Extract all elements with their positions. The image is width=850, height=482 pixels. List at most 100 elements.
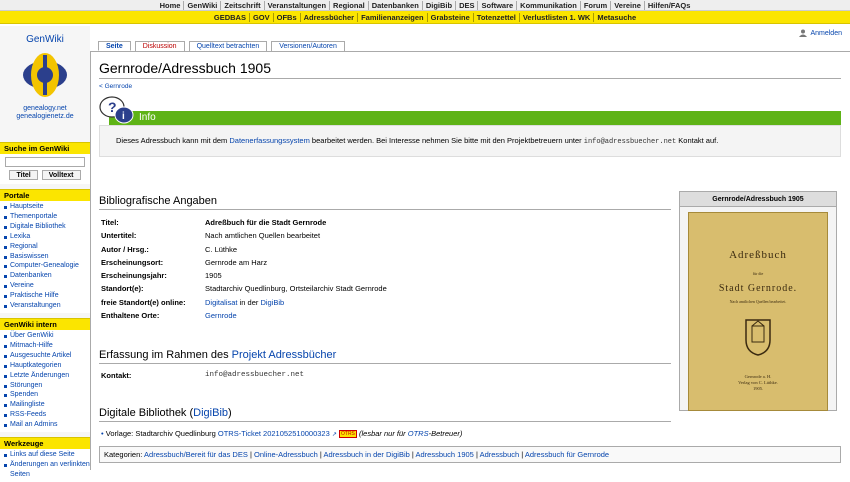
breadcrumb[interactable]: < Gernrode <box>99 83 842 90</box>
biblio-key: Titel: <box>101 218 119 227</box>
external-link-icon: ↗ <box>331 432 337 438</box>
portale-item[interactable]: Praktische Hilfe <box>4 291 90 301</box>
digibib-link[interactable]: DigiBib <box>260 298 284 307</box>
category-link[interactable]: Adressbuch <box>480 450 520 459</box>
page-title: Gernrode/Adressbuch 1905 <box>99 60 841 79</box>
portale-item[interactable]: Themenportale <box>4 212 90 222</box>
erfassung-prefix: Erfassung im Rahmen des <box>99 349 232 361</box>
site-name[interactable]: GenWiki <box>0 34 90 45</box>
topnav-item[interactable]: Datenbanken <box>369 1 422 10</box>
tab-discussion[interactable]: Diskussion <box>134 41 185 51</box>
projekt-link[interactable]: Projekt Adressbücher <box>232 349 337 361</box>
subnav-item[interactable]: OFBs <box>274 13 300 22</box>
topnav-item[interactable]: Kommunikation <box>517 1 580 10</box>
cover-image[interactable]: Adreßbuch für die Stadt Gernrode. Nach a… <box>688 212 828 411</box>
intern-item[interactable]: Störungen <box>4 381 90 391</box>
category-link[interactable]: Online-Adressbuch <box>254 450 318 459</box>
topnav-item[interactable]: Vereine <box>611 1 644 10</box>
site-url-1[interactable]: genealogy.net <box>0 105 90 113</box>
subnav-item[interactable]: Familienanzeigen <box>358 13 427 22</box>
digibib-heading-link[interactable]: DigiBib <box>193 407 228 419</box>
otrs-link[interactable]: OTRS <box>408 429 429 438</box>
online-key: freie Standort(e) online: <box>101 297 186 307</box>
portale-item[interactable]: Veranstaltungen <box>4 301 90 311</box>
erfassung-heading: Erfassung im Rahmen des Projekt Adressbü… <box>99 349 671 364</box>
subnav-item[interactable]: Totenzettel <box>474 13 519 22</box>
site-url-2[interactable]: genealogienetz.de <box>0 113 90 121</box>
portale-item[interactable]: Digitale Bibliothek <box>4 222 90 232</box>
subnav-item[interactable]: GOV <box>250 13 273 22</box>
intern-item[interactable]: RSS-Feeds <box>4 410 90 420</box>
tools-item[interactable]: Links auf diese Seite <box>4 450 90 460</box>
topnav-item[interactable]: Veranstaltungen <box>265 1 329 10</box>
topnav-item[interactable]: Zeitschrift <box>221 1 263 10</box>
topnav-item[interactable]: Hilfen/FAQs <box>645 1 694 10</box>
portale-item[interactable]: Lexika <box>4 232 90 242</box>
portale-item[interactable]: Datenbanken <box>4 271 90 281</box>
category-link[interactable]: Adressbuch 1905 <box>415 450 473 459</box>
intern-item[interactable]: Spenden <box>4 390 90 400</box>
intern-item[interactable]: Über GenWiki <box>4 331 90 341</box>
subnav-item[interactable]: Verlustlisten 1. WK <box>520 13 594 22</box>
login-link[interactable]: Anmelden <box>799 29 842 37</box>
intern-item[interactable]: Letzte Änderungen <box>4 371 90 381</box>
intern-item[interactable]: Mailingliste <box>4 400 90 410</box>
biblio-key: Untertitel: <box>101 231 137 241</box>
genwiki-logo-icon[interactable] <box>21 51 69 99</box>
digitalisat-link[interactable]: Digitalisat <box>205 298 238 307</box>
subnav-item[interactable]: Adressbücher <box>301 13 357 22</box>
info-text-1: Dieses Adressbuch kann mit dem <box>116 136 230 145</box>
tab-history[interactable]: Versionen/Autoren <box>271 41 345 51</box>
category-link[interactable]: Adressbuch in der DigiBib <box>323 450 409 459</box>
categories-label: Kategorien: <box>104 450 143 459</box>
category-link[interactable]: Adressbuch/Bereit für das DES <box>144 450 248 459</box>
topnav-item[interactable]: DES <box>456 1 477 10</box>
cover-year: 1905. <box>752 386 764 391</box>
tab-page[interactable]: Seite <box>98 41 131 51</box>
biblio-key: Standort(e): <box>101 284 144 294</box>
site-logo-area[interactable]: GenWiki genealogy.net genealogienetz.de <box>0 26 90 142</box>
biblio-value: Stadtarchiv Quedlinburg, Ortsteilarchiv … <box>205 284 387 294</box>
otrs-ticket-link[interactable]: OTRS-Ticket 2021052510000323 <box>218 429 330 438</box>
category-bar: Kategorien: Adressbuch/Bereit für das DE… <box>99 446 841 463</box>
portale-box: Portale Hauptseite Themenportale Digitale … <box>0 189 90 313</box>
topnav-item[interactable]: Home <box>157 1 184 10</box>
subnav-item[interactable]: Grabsteine <box>428 13 473 22</box>
sidebar: GenWiki genealogy.net genealogienetz.de … <box>0 26 90 482</box>
kontakt-table: Kontakt: info@adressbuecher.net <box>101 371 304 384</box>
info-box: ? i Info Dieses Adressbuch kann mit dem … <box>99 96 841 157</box>
digibib-heading: Digitale Bibliothek (DigiBib) <box>99 407 671 422</box>
topnav-item[interactable]: DigiBib <box>423 1 455 10</box>
intern-item[interactable]: Mitmach-Hilfe <box>4 341 90 351</box>
search-title-button[interactable]: Titel <box>9 170 38 180</box>
portale-item[interactable]: Computer-Genealogie <box>4 261 90 271</box>
subnav-item[interactable]: Metasuche <box>594 13 639 22</box>
vorlage-note-2: -Betreuer) <box>428 429 463 438</box>
portale-item[interactable]: Hauptseite <box>4 202 90 212</box>
biblio-value: C. Lüthke <box>205 244 238 254</box>
portale-item[interactable]: Regional <box>4 242 90 252</box>
intern-item[interactable]: Ausgesuchte Artikel <box>4 351 90 361</box>
gernrode-link[interactable]: Gernrode <box>205 311 237 320</box>
search-fulltext-button[interactable]: Volltext <box>41 170 81 180</box>
topnav-item[interactable]: Regional <box>330 1 368 10</box>
intern-item[interactable]: Mail an Admins <box>4 420 90 430</box>
cover-city: Stadt Gernrode. <box>718 283 798 294</box>
vorlage-note-1: (lesbar nur für <box>358 429 408 438</box>
login-label[interactable]: Anmelden <box>810 30 842 37</box>
topnav-item[interactable]: GenWiki <box>184 1 220 10</box>
topnav-item[interactable]: Software <box>478 1 516 10</box>
topnav-item[interactable]: Forum <box>581 1 610 10</box>
subnav-item[interactable]: GEDBAS <box>211 13 249 22</box>
tab-view-source[interactable]: Quelltext betrachten <box>188 41 268 51</box>
tools-box: Werkzeuge Links auf diese Seite Änderunge… <box>0 437 90 482</box>
portale-item[interactable]: Basiswissen <box>4 252 90 262</box>
info-des-link[interactable]: Datenerfassungssystem <box>229 136 309 145</box>
info-email: info@adressbuecher.net <box>583 138 677 146</box>
sub-navigation: GEDBAS GOV OFBs Adressbücher Familienanzeige… <box>0 11 850 24</box>
search-input[interactable] <box>5 157 85 167</box>
biblio-key: Erscheinungsort: <box>101 257 164 267</box>
portale-item[interactable]: Vereine <box>4 281 90 291</box>
category-link[interactable]: Adressbuch für Gernrode <box>525 450 609 459</box>
intern-item[interactable]: Hauptkategorien <box>4 361 90 371</box>
